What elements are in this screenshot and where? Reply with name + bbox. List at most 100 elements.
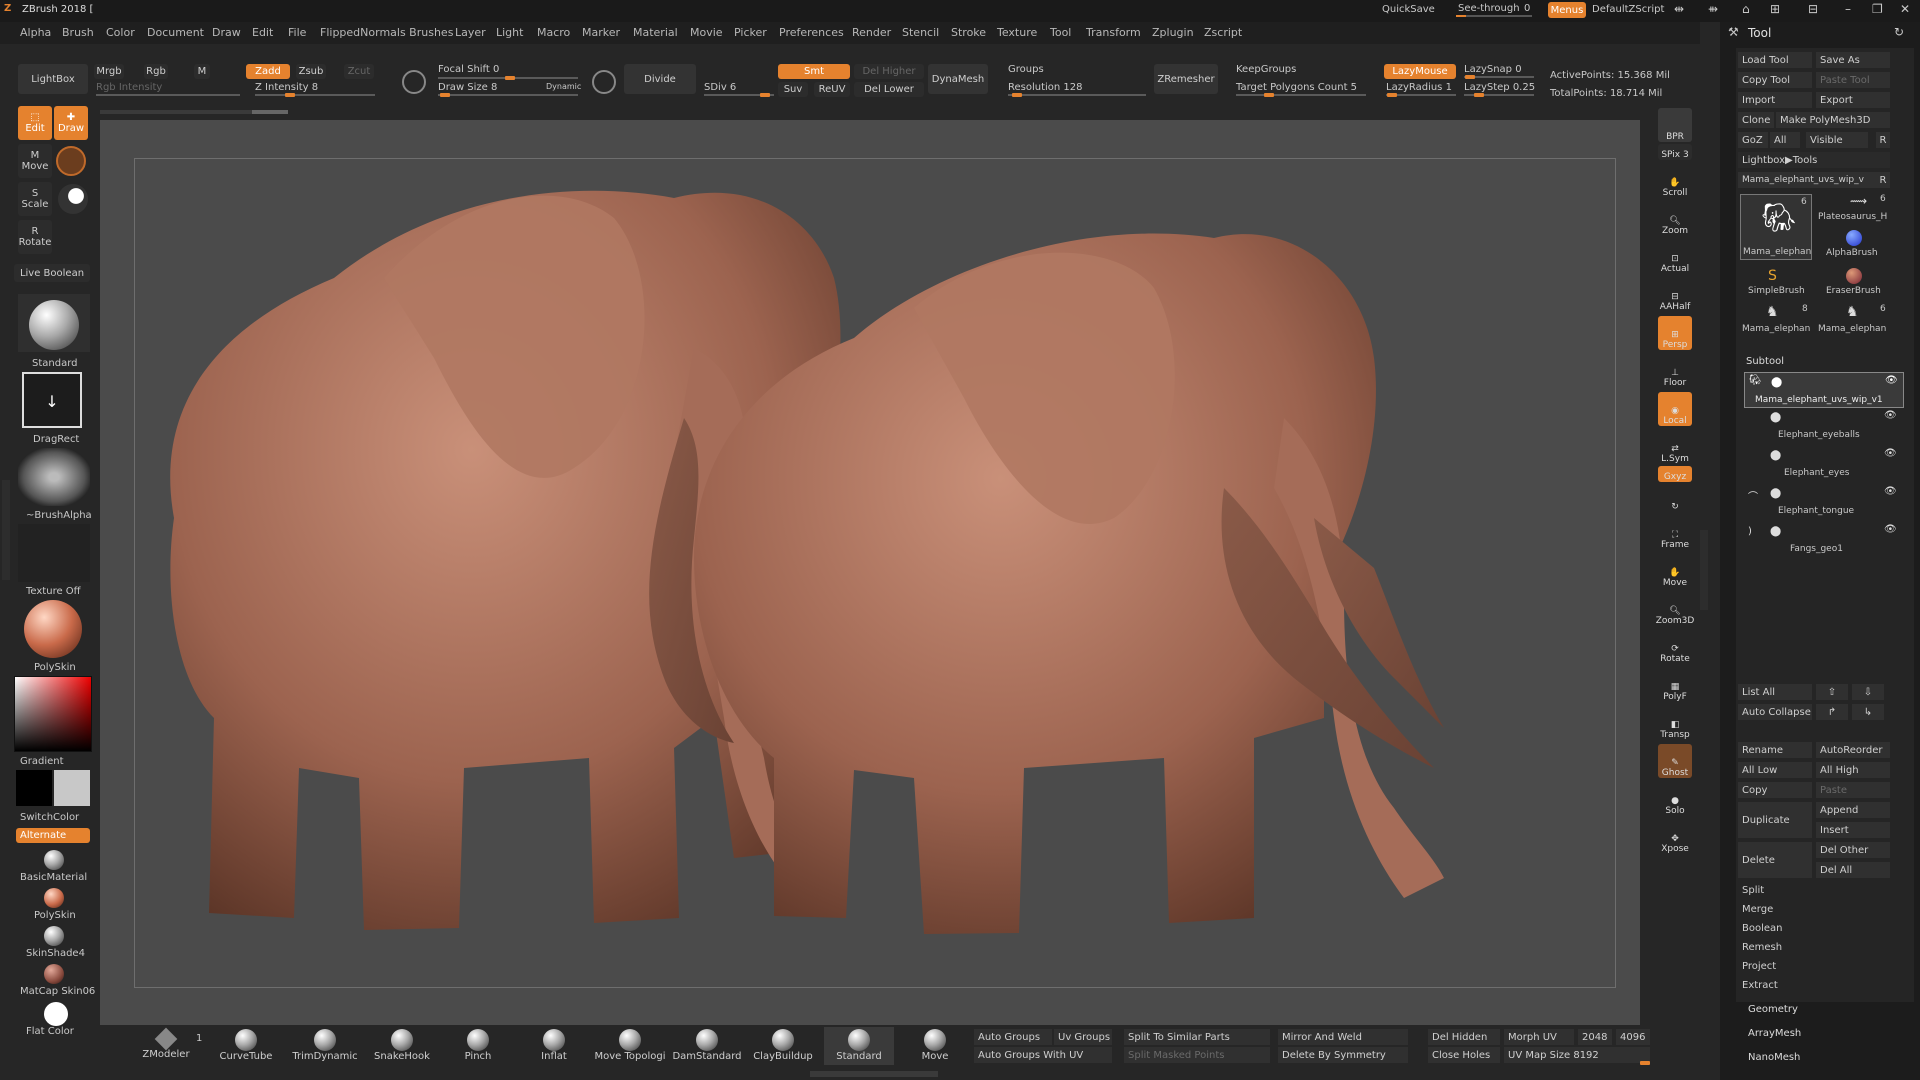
subtool-row-tongue[interactable]: ⌒ ⬤ 👁︎ Elephant_tongue	[1744, 486, 1904, 520]
tool-thumb-alphabrush[interactable]: AlphaBrush	[1816, 230, 1892, 262]
subtool-row-eyes[interactable]: ⬤ 👁︎ Elephant_eyes	[1744, 448, 1904, 482]
tool-thumb-mama-elephant-3[interactable]: ♞ 6 Mama_elephan	[1816, 304, 1892, 338]
auto-groups-button[interactable]: Auto Groups	[974, 1029, 1052, 1045]
draw-size-slider[interactable]	[438, 94, 578, 96]
z-intensity-slider[interactable]	[255, 94, 375, 96]
alternate-button[interactable]: Alternate	[16, 828, 90, 843]
polyskin-sphere[interactable]	[44, 888, 64, 908]
del-higher-button[interactable]: Del Higher	[854, 64, 924, 79]
minimize-icon[interactable]: –	[1845, 2, 1851, 16]
material-basicmaterial[interactable]: BasicMaterial	[20, 872, 87, 883]
material-skinshade4[interactable]: SkinShade4	[26, 948, 85, 959]
del-other-button[interactable]: Del Other	[1816, 842, 1890, 858]
menu-alpha[interactable]: Alpha	[20, 26, 51, 39]
focal-shift-label[interactable]: Focal Shift 0	[438, 64, 499, 75]
project-section[interactable]: Project	[1738, 958, 1890, 974]
target-polygons-label[interactable]: Target Polygons Count 5	[1236, 82, 1357, 93]
brush-damstandard[interactable]: DamStandard	[672, 1029, 742, 1062]
insert-button[interactable]: Insert	[1816, 822, 1890, 838]
morph-uv-button[interactable]: Morph UV	[1504, 1029, 1574, 1045]
texture-thumbnail[interactable]	[18, 524, 90, 582]
tool-thumb-mama-elephant[interactable]: 🐘︎ 6 Mama_elephan	[1740, 194, 1812, 260]
save-as-button[interactable]: Save As	[1816, 52, 1890, 68]
m-button[interactable]: M	[194, 64, 210, 79]
focal-shift-knob[interactable]	[505, 76, 515, 80]
resolution-slider[interactable]	[1008, 94, 1146, 96]
matcap-skin-sphere[interactable]	[44, 964, 64, 984]
menu-light[interactable]: Light	[496, 26, 523, 39]
xpose-button[interactable]: ✥ Xpose	[1658, 820, 1692, 854]
lazyradius-label[interactable]: LazyRadius 1	[1386, 82, 1452, 93]
persp-button[interactable]: ⊞ Persp	[1658, 316, 1692, 350]
brush-curvetube[interactable]: CurveTube	[216, 1029, 276, 1062]
maximize-icon[interactable]: ❐	[1872, 2, 1883, 16]
zcut-button[interactable]: Zcut	[344, 64, 374, 79]
menu-layer[interactable]: Layer	[455, 26, 486, 39]
brush-trimdynamic[interactable]: TrimDynamic	[292, 1029, 358, 1062]
zadd-button[interactable]: Zadd	[246, 64, 290, 79]
brush-zmodeler[interactable]: ZModeler	[136, 1027, 196, 1060]
append-button[interactable]: Append	[1816, 802, 1890, 818]
merge-section[interactable]: Merge	[1738, 901, 1890, 917]
brush-move-topological[interactable]: Move Topologi	[590, 1029, 670, 1062]
left-tray-toggle[interactable]	[2, 480, 10, 580]
menu-macro[interactable]: Macro	[537, 26, 570, 39]
lazyradius-knob[interactable]	[1387, 93, 1397, 97]
polypaint-toggle-icon[interactable]: ⬤	[1770, 488, 1781, 499]
live-boolean-button[interactable]: Live Boolean	[14, 264, 90, 282]
bottom-tray-toggle[interactable]	[810, 1071, 938, 1077]
lsym-button[interactable]: ⇄ L.Sym	[1658, 430, 1692, 464]
tray-separator[interactable]	[100, 110, 288, 114]
rename-button[interactable]: Rename	[1738, 742, 1812, 758]
current-tool-r-button[interactable]: R	[1876, 172, 1890, 188]
reuv-button[interactable]: ReUV	[814, 82, 850, 97]
main-color-swatch[interactable]	[16, 770, 52, 806]
rgb-intensity-label[interactable]: Rgb Intensity	[96, 82, 162, 93]
autoreorder-button[interactable]: AutoReorder	[1816, 742, 1890, 758]
eye-icon[interactable]: 👁︎	[1884, 524, 1897, 535]
copy-button[interactable]: Copy	[1738, 782, 1812, 798]
local-button[interactable]: ◉ Local	[1658, 392, 1692, 426]
boolean-section[interactable]: Boolean	[1738, 920, 1890, 936]
frame-button[interactable]: ⛶ Frame	[1658, 516, 1692, 550]
ghost-button[interactable]: ✎ Ghost	[1658, 744, 1692, 778]
dynamic-label[interactable]: Dynamic	[546, 82, 581, 91]
script-name[interactable]: DefaultZScript	[1592, 4, 1664, 15]
menu-preferences[interactable]: Preferences	[779, 26, 844, 39]
paste-tool-button[interactable]: Paste Tool	[1816, 72, 1890, 88]
del-hidden-button[interactable]: Del Hidden	[1428, 1029, 1500, 1045]
nanomesh-section[interactable]: NanoMesh	[1748, 1052, 1800, 1063]
make-polymesh-button[interactable]: Make PolyMesh3D	[1776, 112, 1890, 128]
actual-button[interactable]: ⊡ Actual	[1658, 240, 1692, 274]
elephant-models-render[interactable]	[134, 158, 1616, 988]
uv-map-size-slider[interactable]: UV Map Size 8192	[1504, 1047, 1650, 1063]
delete-by-symmetry-button[interactable]: Delete By Symmetry	[1278, 1047, 1408, 1063]
standard-brush-thumbnail[interactable]	[18, 294, 90, 352]
brush-inflat[interactable]: Inflat	[526, 1029, 582, 1062]
lazysnap-label[interactable]: LazySnap 0	[1464, 64, 1522, 75]
layout-icon[interactable]: ⇹	[1674, 2, 1684, 16]
zsub-button[interactable]: Zsub	[296, 64, 326, 79]
zremesher-button[interactable]: ZRemesher	[1154, 64, 1218, 94]
secondary-color-swatch[interactable]	[54, 770, 90, 806]
menu-edit[interactable]: Edit	[252, 26, 273, 39]
polypaint-toggle-icon[interactable]: ⬤	[1770, 526, 1781, 537]
ui-icon[interactable]: ⇻	[1708, 2, 1718, 16]
switchcolor-label[interactable]: SwitchColor	[20, 812, 79, 823]
move-down-arrow-icon[interactable]: ⇩	[1852, 684, 1884, 700]
delete-button[interactable]: Delete	[1738, 842, 1812, 878]
collapse-up-icon[interactable]: ↱	[1816, 704, 1848, 720]
menu-render[interactable]: Render	[852, 26, 891, 39]
menu-transform[interactable]: Transform	[1086, 26, 1141, 39]
mrgb-button[interactable]: Mrgb	[94, 64, 124, 79]
sdiv-knob[interactable]	[760, 93, 770, 97]
tool-thumb-simplebrush[interactable]: S SimpleBrush	[1740, 268, 1812, 300]
groups-label[interactable]: Groups	[1008, 64, 1044, 75]
rotate-button[interactable]: R Rotate	[18, 220, 52, 254]
all-high-button[interactable]: All High	[1816, 762, 1890, 778]
dynamesh-button[interactable]: DynaMesh	[928, 64, 988, 94]
polyf-button[interactable]: ▦ PolyF	[1658, 668, 1692, 702]
floor-button[interactable]: ⊥ Floor	[1658, 354, 1692, 388]
material-polyskin[interactable]: PolySkin	[34, 910, 76, 921]
menu-texture[interactable]: Texture	[997, 26, 1037, 39]
